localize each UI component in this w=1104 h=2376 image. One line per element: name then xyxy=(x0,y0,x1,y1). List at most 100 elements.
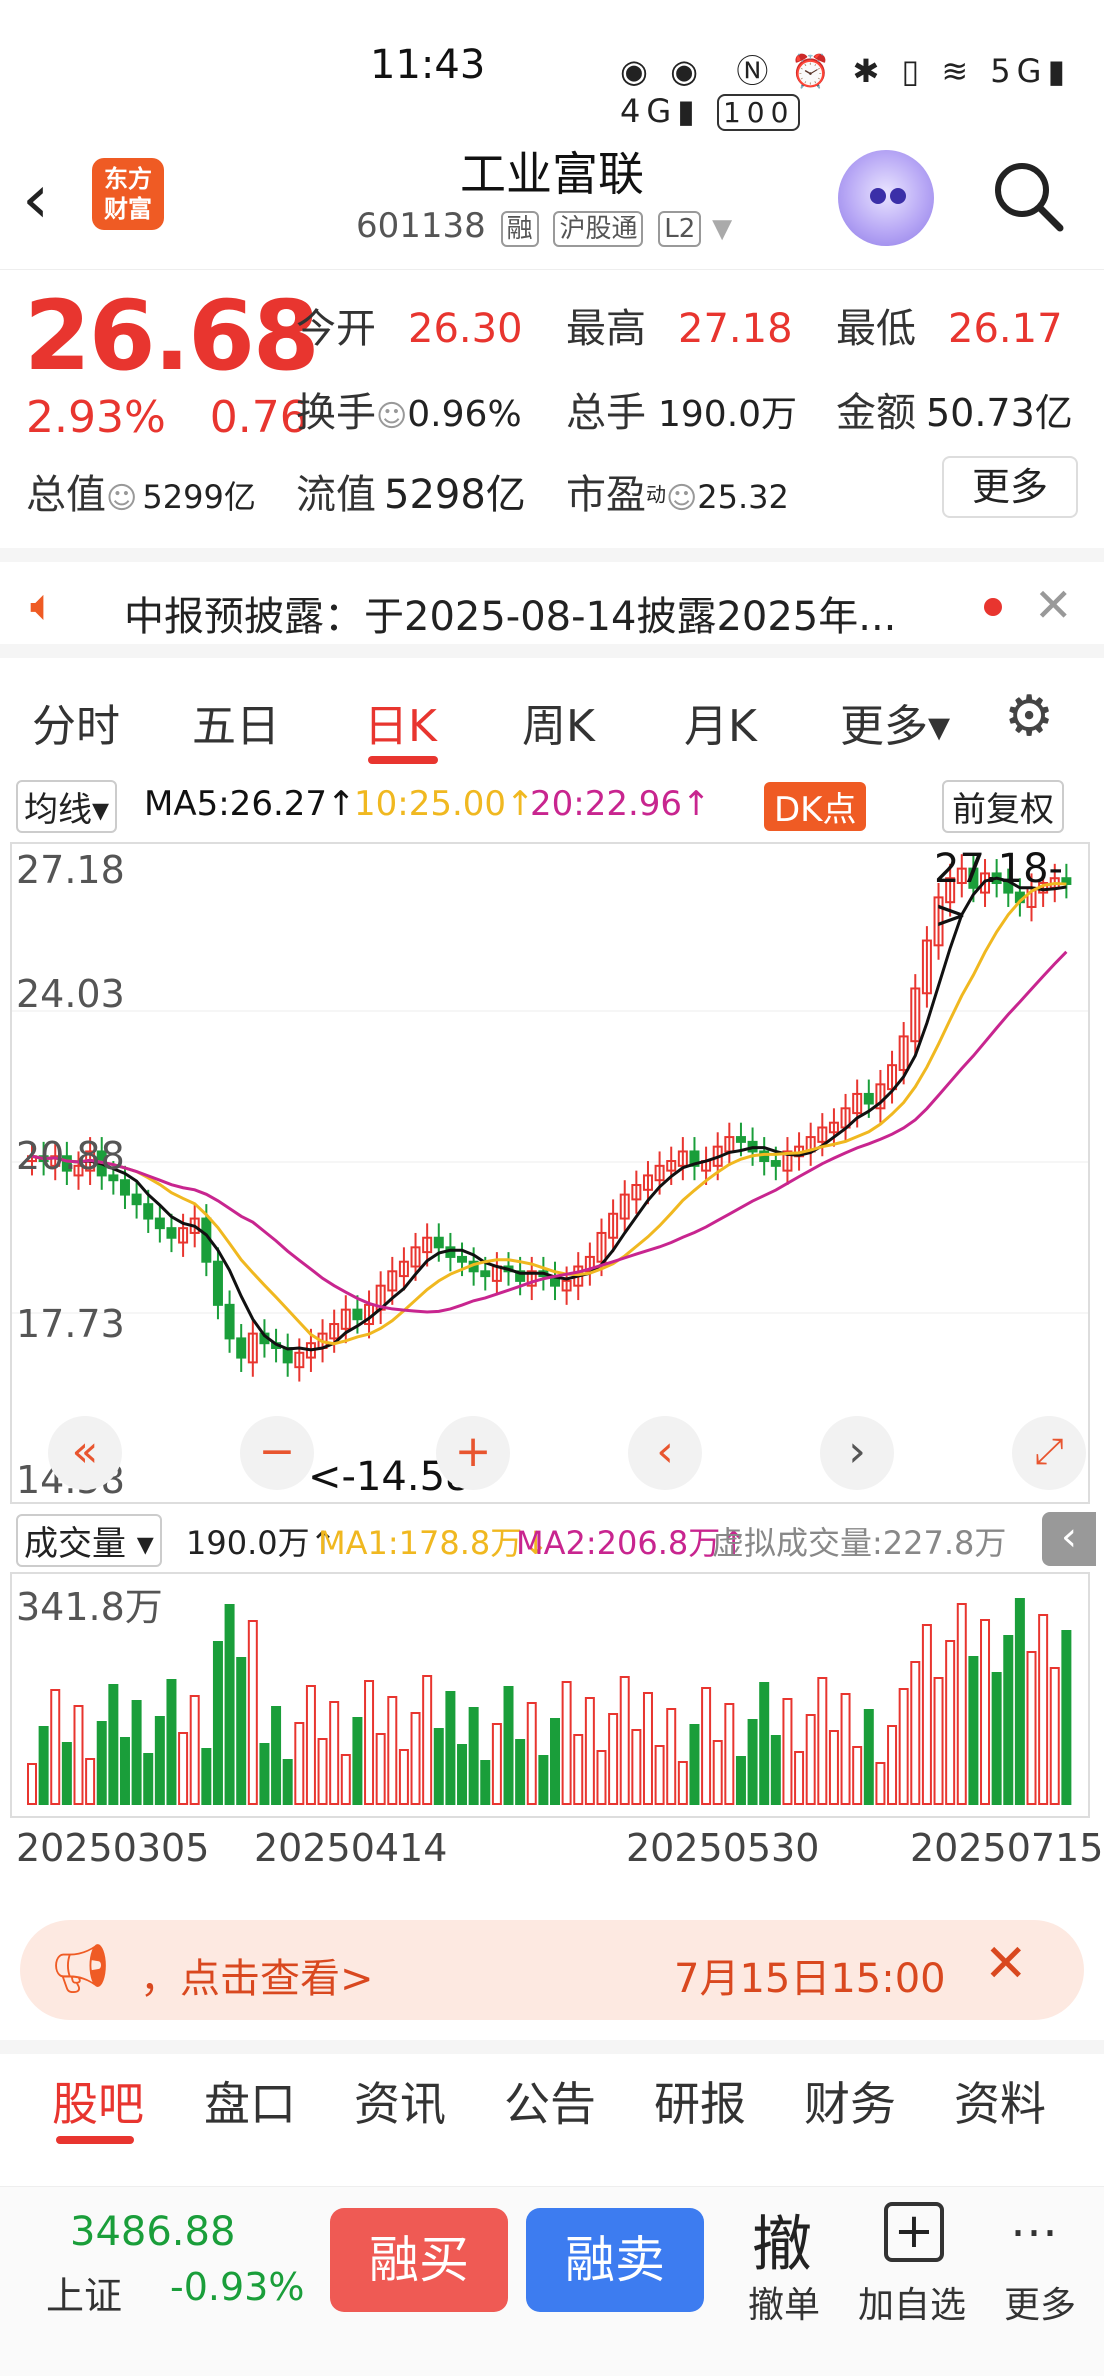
indicator-selector[interactable]: 成交量 ▾ xyxy=(16,1514,162,1567)
unread-dot xyxy=(984,598,1002,616)
volume-bar xyxy=(747,1719,758,1805)
volume-bar xyxy=(73,1705,84,1805)
collapse-icon[interactable]: ‹ xyxy=(1042,1512,1096,1566)
megaphone-icon: 📢︎ xyxy=(50,1941,111,1997)
tab-news[interactable]: 资讯 xyxy=(354,2068,446,2134)
close-icon[interactable]: ✕ xyxy=(984,1934,1028,1994)
info-icon[interactable]: ☺ xyxy=(666,481,697,516)
promo-banner[interactable]: 📢︎ ，点击查看> 7月15日15:00 ✕ xyxy=(20,1920,1084,2020)
index-value[interactable]: 3486.88 xyxy=(70,2209,235,2255)
dk-button[interactable]: DK点 xyxy=(764,782,867,831)
volume-bar xyxy=(201,1748,212,1805)
volume-bar xyxy=(38,1726,49,1805)
kline-canvas xyxy=(12,854,1088,1382)
dropdown-icon[interactable]: ▼ xyxy=(712,214,732,244)
volume-bar xyxy=(631,1729,642,1805)
index-pct: -0.93% xyxy=(170,2265,305,2309)
volume-bar xyxy=(689,1724,700,1805)
volume-bar xyxy=(608,1713,619,1805)
stock-code-row[interactable]: 601138 融 沪股通 L2 ▼ xyxy=(356,206,732,247)
volume-bar xyxy=(491,1723,502,1805)
gear-icon[interactable]: ⚙ xyxy=(1004,684,1054,749)
fullscreen-icon[interactable]: ⤢ xyxy=(1012,1416,1086,1490)
info-icon[interactable]: ☺ xyxy=(106,481,137,516)
volume-bar xyxy=(550,1718,560,1805)
tab-underline xyxy=(368,756,438,764)
low-field: 最低 26.17 xyxy=(836,306,1063,352)
tab-research[interactable]: 研报 xyxy=(654,2068,746,2134)
tab-guba[interactable]: 股吧 xyxy=(52,2068,144,2134)
status-icons: ◉ ◉ Ⓝ ⏰ ✱ ▯ ≋ 5G▮ 4G▮ 100 xyxy=(620,52,1072,131)
volume-bar xyxy=(538,1755,549,1805)
tab-orderbook[interactable]: 盘口 xyxy=(204,2068,296,2134)
cancel-order-icon[interactable]: 撤 xyxy=(752,2196,812,2283)
volume-bar xyxy=(224,1604,235,1805)
tab-5day[interactable]: 五日 xyxy=(192,690,280,754)
back-icon[interactable]: ‹ xyxy=(22,160,49,239)
more-dots-icon[interactable]: ⋯ xyxy=(1010,2204,1058,2260)
rewind-icon[interactable]: « xyxy=(48,1416,122,1490)
search-icon[interactable] xyxy=(990,158,1066,234)
volume-bar xyxy=(875,1762,886,1805)
open-field: 今开 26.30 xyxy=(296,306,523,352)
add-watchlist-icon[interactable]: + xyxy=(884,2202,944,2262)
ma-selector[interactable]: 均线▾ xyxy=(16,780,118,833)
volume-bar xyxy=(480,1760,491,1805)
tab-underline xyxy=(56,2136,134,2144)
tag-l2: L2 xyxy=(658,211,702,247)
volume-bar xyxy=(108,1684,119,1805)
zoom-in-icon[interactable]: + xyxy=(436,1416,510,1490)
tab-monthly-k[interactable]: 月K xyxy=(684,690,757,754)
volume-bar xyxy=(677,1761,688,1805)
ma5-value: MA5:26.27↑ xyxy=(144,784,356,824)
banner-time: 7月15日15:00 xyxy=(674,1956,946,2002)
adjust-button[interactable]: 前复权 xyxy=(942,780,1064,833)
volume-bar xyxy=(1061,1630,1072,1805)
virtual-volume: 虚拟成交量:227.8万 xyxy=(712,1524,1007,1562)
ma5-line xyxy=(31,876,1067,1352)
volume-bar xyxy=(573,1734,584,1805)
y-label-3: 20.88 xyxy=(16,1134,125,1178)
tab-profile[interactable]: 资料 xyxy=(954,2068,1046,2134)
prev-icon[interactable]: ‹ xyxy=(628,1416,702,1490)
tab-announce[interactable]: 公告 xyxy=(504,2068,596,2134)
volume-bar xyxy=(294,1722,305,1805)
volume-bar xyxy=(770,1735,781,1805)
volume-chart[interactable]: 341.8万 xyxy=(10,1572,1090,1818)
tab-daily-k[interactable]: 日K xyxy=(364,690,437,754)
cancel-order-label: 撤单 xyxy=(748,2285,821,2326)
robot-avatar-icon[interactable] xyxy=(838,150,934,246)
volume-bar xyxy=(27,1763,37,1805)
banner-text: ，点击查看> xyxy=(140,1956,374,2002)
more-quote-button[interactable]: 更多 xyxy=(942,456,1078,518)
tab-weekly-k[interactable]: 周K xyxy=(522,690,595,754)
volume-bar xyxy=(933,1677,944,1805)
tab-intraday[interactable]: 分时 xyxy=(32,690,120,754)
tab-finance[interactable]: 财务 xyxy=(804,2068,896,2134)
next-icon[interactable]: › xyxy=(820,1416,894,1490)
volume-bar xyxy=(85,1758,96,1805)
date-label: 20250715 xyxy=(910,1826,1104,1870)
margin-buy-button[interactable]: 融买 xyxy=(330,2208,508,2312)
volume-bar xyxy=(863,1709,874,1805)
zoom-out-icon[interactable]: − xyxy=(240,1416,314,1490)
volume-bar xyxy=(503,1686,514,1805)
notice-bar[interactable]: 🔈︎ 中报预披露：于2025-08-14披露2025年... ✕ xyxy=(0,548,1104,658)
close-icon[interactable]: ✕ xyxy=(1034,578,1073,632)
volume-bar xyxy=(445,1691,456,1805)
volume-bar xyxy=(96,1721,107,1805)
volume-bar xyxy=(1026,1651,1037,1805)
volume-bar xyxy=(526,1702,537,1805)
pe-field: 市盈动☺25.32 xyxy=(566,472,789,518)
margin-sell-button[interactable]: 融卖 xyxy=(526,2208,704,2312)
tab-more[interactable]: 更多▾ xyxy=(840,690,950,754)
volume-bar xyxy=(840,1693,851,1805)
volume-bar xyxy=(852,1746,863,1805)
volume-bar xyxy=(724,1703,735,1805)
volume-bar xyxy=(433,1728,444,1805)
volume-bar xyxy=(259,1743,270,1805)
notice-text: 中报预披露：于2025-08-14披露2025年... xyxy=(124,594,897,640)
volume-bar xyxy=(701,1687,712,1805)
kline-chart[interactable]: 27.18 24.03 20.88 17.73 14.58 27.18-> <-… xyxy=(10,842,1090,1504)
info-icon[interactable]: ☺ xyxy=(376,399,407,434)
